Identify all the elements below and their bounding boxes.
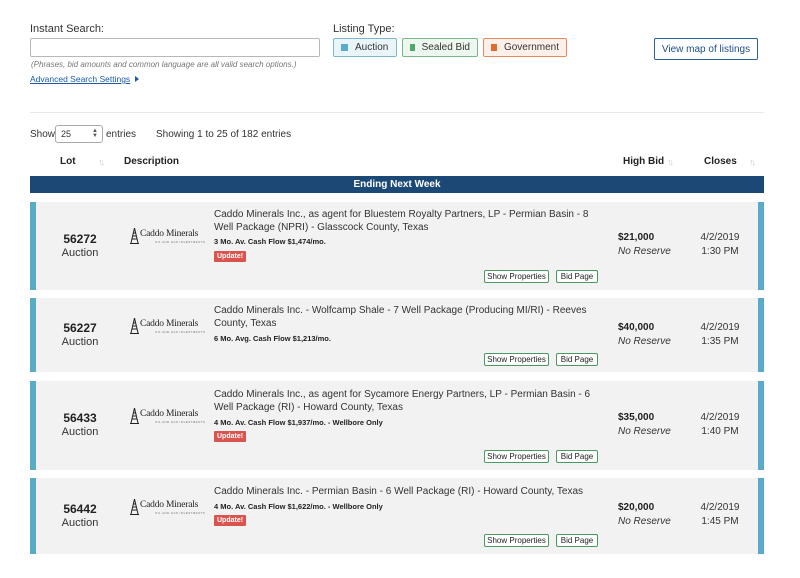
advanced-search-link[interactable]: Advanced Search Settings xyxy=(30,74,140,84)
caddo-minerals-logo: Caddo Minerals OIL AND GAS INVESTMENTS xyxy=(130,408,212,426)
caddo-minerals-logo: Caddo Minerals OIL AND GAS INVESTMENTS xyxy=(130,228,212,246)
showing-info: Showing 1 to 25 of 182 entries xyxy=(156,129,292,140)
reserve-status: No Reserve xyxy=(618,336,671,347)
square-icon xyxy=(491,44,497,51)
caddo-minerals-logo: Caddo Minerals OIL AND GAS INVESTMENTS xyxy=(130,499,212,517)
listing-description: Caddo Minerals Inc. - Permian Basin - 6 … xyxy=(214,486,584,497)
close-date: 4/2/2019 xyxy=(700,232,740,243)
lot-type: Auction xyxy=(61,336,99,348)
update-badge[interactable]: Update! xyxy=(214,515,247,526)
view-map-button[interactable]: View map of listings xyxy=(654,38,758,60)
search-hint: (Phrases, bid amounts and common languag… xyxy=(31,60,297,69)
logo-text: Caddo Minerals xyxy=(140,319,199,329)
show-properties-button[interactable]: Show Properties xyxy=(484,534,549,547)
close-time: 1:35 PM xyxy=(701,336,739,347)
close-time: 1:40 PM xyxy=(701,426,739,437)
sort-lot-icon[interactable]: ↑↓ xyxy=(98,157,105,167)
close-time: 1:30 PM xyxy=(701,246,739,257)
bid-page-button[interactable]: Bid Page xyxy=(556,270,598,283)
table-row: 56227 Auction Caddo Minerals OIL AND GAS… xyxy=(30,298,764,372)
high-bid: $20,000 xyxy=(618,502,655,513)
square-icon xyxy=(341,44,348,51)
listing-type-label-government: Government xyxy=(503,42,559,53)
listing-description: Caddo Minerals Inc. - Wolfcamp Shale - 7… xyxy=(214,305,587,329)
logo-text: Caddo Minerals xyxy=(140,229,199,239)
close-date: 4/2/2019 xyxy=(700,502,740,513)
listing-type-sealed-bid-button[interactable]: Sealed Bid xyxy=(402,38,478,57)
reserve-status: No Reserve xyxy=(618,426,671,437)
bid-page-button[interactable]: Bid Page xyxy=(556,353,598,366)
close-date: 4/2/2019 xyxy=(700,412,740,423)
cash-flow: 4 Mo. Av. Cash Flow $1,622/mo. - Wellbor… xyxy=(214,502,383,511)
listing-description: Caddo Minerals Inc., as agent for Sycamo… xyxy=(214,389,591,413)
close-date: 4/2/2019 xyxy=(700,322,740,333)
column-header-lot[interactable]: Lot xyxy=(60,156,76,167)
show-label: Show xyxy=(30,129,56,140)
divider xyxy=(30,112,764,113)
chevron-up-down-icon: ▲ ▼ xyxy=(92,128,98,139)
lot-number: 56272 xyxy=(63,232,97,246)
high-bid: $40,000 xyxy=(618,322,655,333)
table-row: 56433 Auction Caddo Minerals OIL AND GAS… xyxy=(30,381,764,470)
listing-type-label-sealed-bid: Sealed Bid xyxy=(421,42,470,53)
reserve-status: No Reserve xyxy=(618,246,671,257)
logo-subtext: OIL AND GAS INVESTMENTS xyxy=(155,420,206,424)
table-row: 56272 Auction Caddo Minerals OIL AND GAS… xyxy=(30,202,764,290)
derrick-icon xyxy=(130,408,139,424)
logo-subtext: OIL AND GAS INVESTMENTS xyxy=(155,511,206,515)
high-bid: $21,000 xyxy=(618,232,655,243)
close-time: 1:45 PM xyxy=(701,516,739,527)
listing-type-government-button[interactable]: Government xyxy=(483,38,567,57)
cash-flow: 4 Mo. Av. Cash Flow $1,937/mo. - Wellbor… xyxy=(214,418,383,427)
derrick-icon xyxy=(130,318,139,334)
listing-type-label: Listing Type: xyxy=(333,23,395,35)
entries-select[interactable]: 25 ▲ ▼ xyxy=(55,125,103,143)
derrick-icon xyxy=(130,228,139,244)
lot-type: Auction xyxy=(61,517,99,529)
cash-flow: 6 Mo. Avg. Cash Flow $1,213/mo. xyxy=(214,334,331,343)
show-properties-button[interactable]: Show Properties xyxy=(484,450,549,463)
entries-select-value: 25 xyxy=(61,129,72,139)
lot-number: 56442 xyxy=(63,502,97,516)
listing-type-label-auction: Auction xyxy=(355,42,389,53)
advanced-search-label: Advanced Search Settings xyxy=(30,74,131,84)
caret-right-icon xyxy=(135,76,140,82)
logo-text: Caddo Minerals xyxy=(140,500,199,510)
square-icon xyxy=(410,44,415,51)
high-bid: $35,000 xyxy=(618,412,655,423)
caddo-minerals-logo: Caddo Minerals OIL AND GAS INVESTMENTS xyxy=(130,318,212,336)
show-properties-button[interactable]: Show Properties xyxy=(484,353,549,366)
column-header-description: Description xyxy=(124,156,180,167)
section-header: Ending Next Week xyxy=(30,176,764,193)
search-label: Instant Search: xyxy=(30,23,104,35)
listing-type-auction-button[interactable]: Auction xyxy=(333,38,397,57)
lot-number: 56227 xyxy=(63,321,97,335)
logo-subtext: OIL AND GAS INVESTMENTS xyxy=(155,240,206,244)
column-header-high-bid[interactable]: High Bid xyxy=(623,156,664,167)
listing-description: Caddo Minerals Inc., as agent for Bluest… xyxy=(214,209,589,233)
lot-number: 56433 xyxy=(63,411,97,425)
cash-flow: 3 Mo. Av. Cash Flow $1,474/mo. xyxy=(214,237,326,246)
logo-text: Caddo Minerals xyxy=(140,409,199,419)
show-properties-button[interactable]: Show Properties xyxy=(484,270,549,283)
entries-label: entries xyxy=(106,129,137,140)
update-badge[interactable]: Update! xyxy=(214,431,247,442)
sort-closes-icon[interactable]: ↑↓ xyxy=(749,157,756,167)
reserve-status: No Reserve xyxy=(618,516,671,527)
sort-high-bid-icon[interactable]: ↑↓ xyxy=(667,157,674,167)
update-badge[interactable]: Update! xyxy=(214,251,247,262)
logo-subtext: OIL AND GAS INVESTMENTS xyxy=(155,330,206,334)
column-header-closes[interactable]: Closes xyxy=(704,156,737,167)
lot-type: Auction xyxy=(61,426,99,438)
bid-page-button[interactable]: Bid Page xyxy=(556,450,598,463)
search-input[interactable] xyxy=(30,38,320,57)
table-row: 56442 Auction Caddo Minerals OIL AND GAS… xyxy=(30,478,764,554)
bid-page-button[interactable]: Bid Page xyxy=(556,534,598,547)
lot-type: Auction xyxy=(61,247,99,259)
derrick-icon xyxy=(130,499,139,515)
